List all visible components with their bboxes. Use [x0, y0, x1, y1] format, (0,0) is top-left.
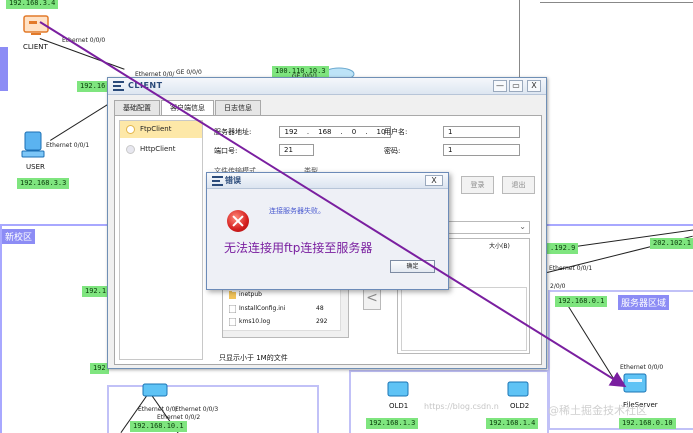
- annotation-arrow: [39, 21, 627, 388]
- watermark-brand: @稀土掘金技术社区: [548, 404, 647, 417]
- annotation-text: 无法连接用ftp连接至服务器: [224, 241, 373, 255]
- screen: 新校区 服务器区域 CLIENT USER FileServer OLD1 OL…: [0, 0, 693, 433]
- watermark-url: https://blog.csdn.n: [424, 402, 499, 411]
